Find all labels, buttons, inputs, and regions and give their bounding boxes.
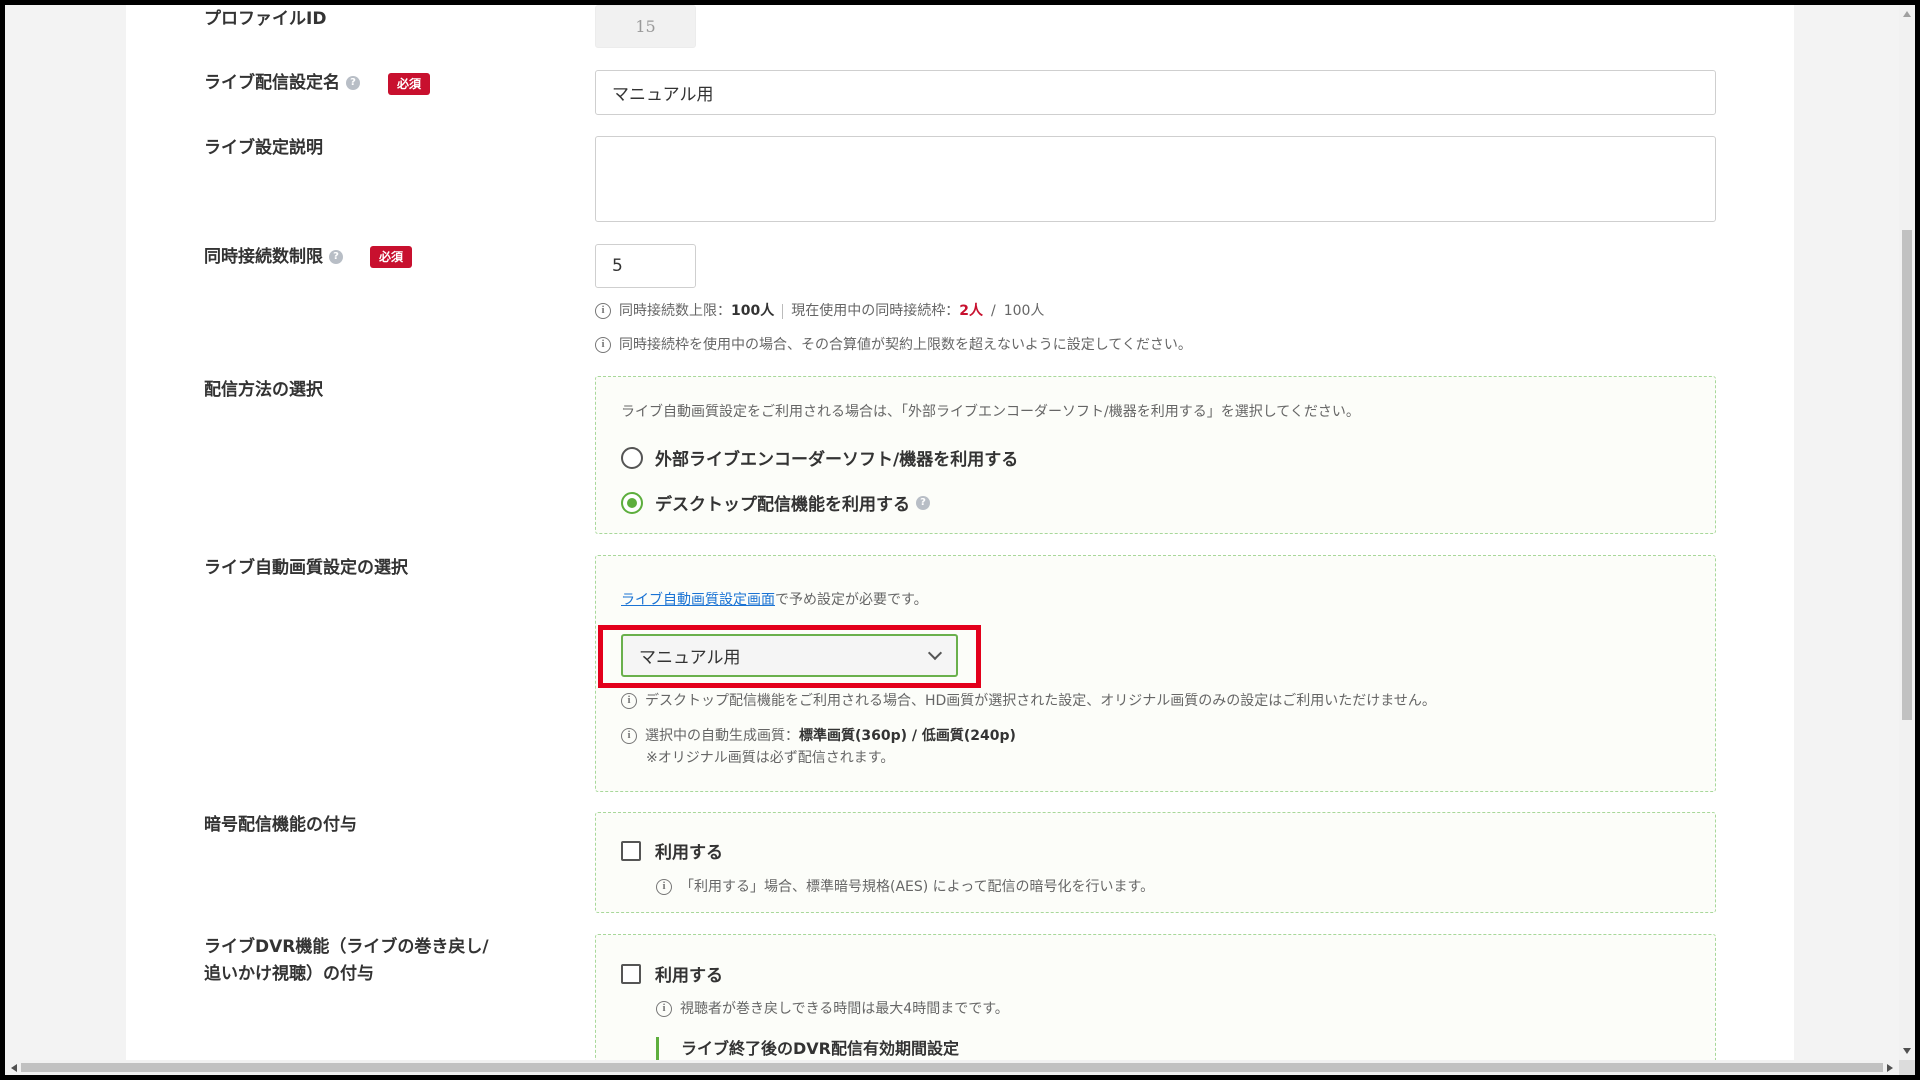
- dvr-checkbox-label: 利用する: [655, 966, 723, 986]
- encryption-note-text: 「利用する」場合、標準暗号規格(AES) によって配信の暗号化を行います。: [680, 879, 1155, 895]
- radio-external-encoder[interactable]: 外部ライブエンコーダーソフト/機器を利用する: [621, 445, 1018, 470]
- scrollbar-corner: [1899, 1060, 1915, 1075]
- auto-quality-link-suffix: で予め設定が必要です。: [775, 592, 928, 608]
- encryption-box: 利用する i 「利用する」場合、標準暗号規格(AES) によって配信の暗号化を行…: [595, 812, 1716, 913]
- info-icon: i: [621, 728, 637, 744]
- radio-desktop-streaming-label: デスクトップ配信機能を利用する: [655, 495, 910, 515]
- highlight-frame: [598, 625, 981, 688]
- radio-button-selected[interactable]: [621, 491, 643, 514]
- auto-quality-selected-value: 標準画質(360p) / 低画質(240p): [799, 728, 1016, 744]
- page-gutter-right: [1794, 5, 1899, 1060]
- info-icon: i: [621, 693, 637, 709]
- concurrent-limit-input[interactable]: 5: [595, 244, 696, 288]
- concurrent-limit-prefix: 同時接続数上限：: [619, 303, 731, 319]
- info-icon: i: [595, 303, 611, 319]
- concurrent-used-prefix: 現在使用中の同時接続枠：: [791, 303, 960, 319]
- radio-desktop-streaming[interactable]: デスクトップ配信機能を利用する ?: [621, 490, 930, 515]
- stream-name-label-text: ライブ配信設定名: [204, 73, 340, 93]
- concurrent-limit-label-text: 同時接続数制限: [204, 247, 323, 267]
- divider: [782, 303, 784, 319]
- dvr-label-line1: ライブDVR機能（ライブの巻き戻し/: [204, 937, 489, 957]
- info-icon: i: [595, 337, 611, 353]
- info-icon: i: [656, 1001, 672, 1017]
- concurrent-warning-note: i 同時接続枠を使用中の場合、その合算値が契約上限数を超えないように設定してくだ…: [595, 335, 1192, 355]
- scroll-left-arrow-icon[interactable]: [11, 1064, 17, 1072]
- delivery-method-label: 配信方法の選択: [204, 380, 323, 400]
- checkbox[interactable]: [621, 963, 641, 984]
- stream-name-label: ライブ配信設定名?: [204, 71, 360, 95]
- auto-quality-original-note: ※オリジナル画質は必ず配信されます。: [646, 750, 895, 766]
- auto-quality-selected-note: i 選択中の自動生成画質： 標準画質(360p) / 低画質(240p): [621, 726, 1016, 746]
- concurrent-slash: /: [990, 303, 996, 319]
- vertical-scrollbar[interactable]: [1899, 5, 1915, 1060]
- scroll-up-arrow-icon[interactable]: [1903, 11, 1911, 17]
- scrollbar-thumb[interactable]: [21, 1063, 1883, 1072]
- delivery-method-box: ライブ自動画質設定をご利用される場合は、「外部ライブエンコーダーソフト/機器を利…: [595, 376, 1716, 534]
- scroll-down-arrow-icon[interactable]: [1903, 1048, 1911, 1054]
- auto-quality-link-note: ライブ自動画質設定画面 で予め設定が必要です。: [621, 590, 928, 610]
- stream-name-input[interactable]: マニュアル用: [595, 70, 1716, 115]
- auto-quality-settings-link[interactable]: ライブ自動画質設定画面: [621, 590, 775, 610]
- help-icon[interactable]: ?: [916, 495, 930, 510]
- auto-quality-desktop-note-text: デスクトップ配信機能をご利用される場合、HD画質が選択された設定、オリジナル画質…: [645, 693, 1436, 709]
- dvr-label-line2: 追いかけ視聴）の付与: [204, 964, 374, 984]
- dvr-subheading: ライブ終了後のDVR配信有効期間設定: [656, 1037, 959, 1061]
- profile-id-label: プロファイルID: [204, 9, 327, 29]
- auto-quality-label: ライブ自動画質設定の選択: [204, 558, 408, 578]
- concurrent-limit-input-value: 5: [612, 256, 623, 276]
- auto-quality-selected-prefix: 選択中の自動生成画質：: [645, 728, 799, 744]
- dvr-checkbox-row[interactable]: 利用する: [621, 961, 723, 986]
- auto-quality-desktop-note: i デスクトップ配信機能をご利用される場合、HD画質が選択された設定、オリジナル…: [621, 691, 1436, 711]
- required-badge: 必須: [370, 246, 413, 268]
- concurrent-warning-text: 同時接続枠を使用中の場合、その合算値が契約上限数を超えないように設定してください…: [619, 337, 1192, 353]
- encryption-note: i 「利用する」場合、標準暗号規格(AES) によって配信の暗号化を行います。: [656, 877, 1154, 897]
- profile-id-value: 15: [595, 5, 696, 48]
- delivery-method-hint: ライブ自動画質設定をご利用される場合は、「外部ライブエンコーダーソフト/機器を利…: [621, 404, 1360, 420]
- help-icon[interactable]: ?: [329, 250, 343, 264]
- description-label: ライブ設定説明: [204, 138, 323, 158]
- encryption-checkbox-label: 利用する: [655, 843, 723, 863]
- scrollbar-thumb[interactable]: [1902, 230, 1912, 720]
- concurrent-used-value: 2人: [959, 303, 983, 319]
- help-icon[interactable]: ?: [346, 76, 360, 90]
- concurrent-usage-note: i 同時接続数上限： 100人 現在使用中の同時接続枠： 2人 / 100人: [595, 301, 1044, 321]
- required-badge: 必須: [388, 73, 431, 95]
- dvr-note-text: 視聴者が巻き戻しできる時間は最大4時間までです。: [680, 1001, 1009, 1017]
- radio-button[interactable]: [621, 446, 643, 469]
- concurrent-limit-label: 同時接続数制限?: [204, 245, 343, 269]
- encryption-checkbox-row[interactable]: 利用する: [621, 838, 723, 863]
- dvr-box: 利用する i 視聴者が巻き戻しできる時間は最大4時間までです。 ライブ終了後のD…: [595, 934, 1716, 1074]
- stream-name-input-value: マニュアル用: [612, 85, 714, 105]
- checkbox[interactable]: [621, 840, 641, 861]
- info-icon: i: [656, 879, 672, 895]
- dvr-note: i 視聴者が巻き戻しできる時間は最大4時間までです。: [656, 999, 1009, 1019]
- concurrent-total-value: 100人: [1003, 303, 1045, 319]
- radio-external-encoder-label: 外部ライブエンコーダーソフト/機器を利用する: [655, 450, 1019, 470]
- page-gutter-left: [5, 5, 126, 1060]
- description-textarea[interactable]: [595, 136, 1716, 222]
- scroll-right-arrow-icon[interactable]: [1887, 1064, 1893, 1072]
- horizontal-scrollbar[interactable]: [5, 1060, 1899, 1075]
- encryption-label: 暗号配信機能の付与: [204, 815, 357, 835]
- concurrent-limit-value: 100人: [731, 303, 775, 319]
